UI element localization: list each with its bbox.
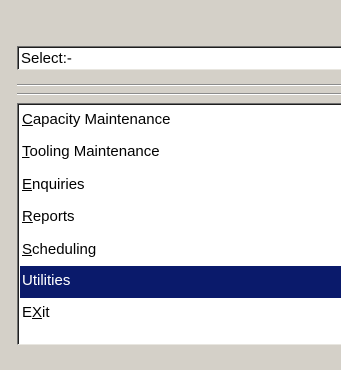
menu-list[interactable]: Capacity Maintenance Tooling Maintenance…: [17, 103, 341, 345]
menu-item-tooling-maintenance[interactable]: Tooling Maintenance: [20, 137, 341, 169]
menu-item-enquiries[interactable]: Enquiries: [20, 170, 341, 202]
menu-item-exit[interactable]: EXit: [20, 298, 341, 330]
divider-highlight: [17, 85, 341, 86]
mnemonic-letter: R: [22, 208, 33, 225]
mnemonic-letter: X: [32, 304, 43, 321]
mnemonic-letter: C: [22, 111, 33, 128]
mnemonic-letter: S: [22, 241, 33, 258]
menu-item-reports[interactable]: Reports: [20, 202, 341, 234]
menu-item-utilities[interactable]: Utilities: [20, 266, 341, 298]
menu-item-capacity-maintenance[interactable]: Capacity Maintenance: [20, 105, 341, 137]
select-field-value: Select:-: [21, 50, 72, 67]
mnemonic-letter: T: [22, 143, 30, 160]
divider-highlight: [17, 94, 341, 95]
menu-item-scheduling[interactable]: Scheduling: [20, 235, 341, 267]
mnemonic-letter: E: [22, 176, 33, 193]
mnemonic-letter: U: [22, 272, 33, 289]
select-field[interactable]: Select:-: [17, 46, 341, 70]
